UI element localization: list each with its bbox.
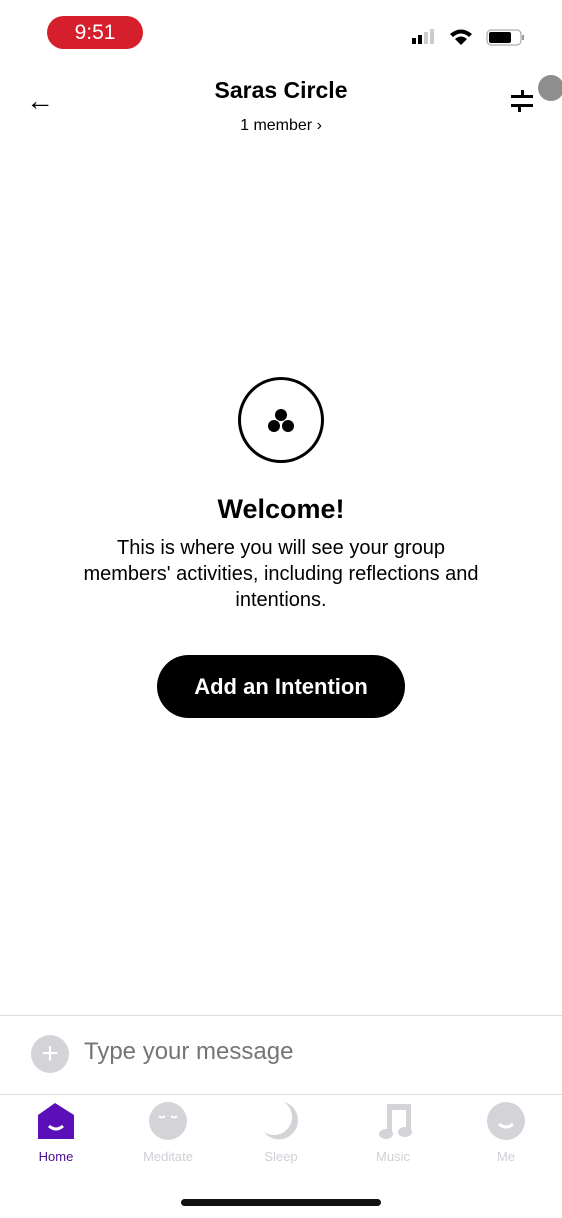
- tab-home[interactable]: Home: [11, 1102, 101, 1164]
- status-time: 9:51: [47, 16, 143, 49]
- home-icon: [38, 1103, 74, 1139]
- page-title: Saras Circle: [214, 77, 348, 103]
- home-indicator[interactable]: [181, 1199, 381, 1206]
- wifi-icon: [450, 29, 472, 45]
- assistive-touch-dot[interactable]: [538, 75, 562, 101]
- welcome-heading: Welcome!: [217, 494, 345, 524]
- tab-label: Music: [376, 1149, 410, 1164]
- tab-label: Me: [496, 1149, 516, 1164]
- tab-meditate[interactable]: Meditate: [123, 1102, 213, 1164]
- group-icon: [238, 377, 324, 463]
- divider: [0, 1094, 562, 1095]
- tab-label: Home: [38, 1149, 74, 1164]
- tab-sleep[interactable]: Sleep: [236, 1102, 326, 1164]
- tab-label: Sleep: [264, 1149, 298, 1164]
- add-attachment-button[interactable]: +: [31, 1035, 69, 1073]
- music-icon: [379, 1104, 412, 1139]
- message-input[interactable]: [84, 1038, 524, 1066]
- filter-settings-icon[interactable]: [508, 88, 536, 114]
- battery-icon: [486, 29, 524, 46]
- status-icons: [412, 29, 524, 46]
- plus-icon: +: [41, 1037, 59, 1070]
- welcome-description: This is where you will see your group me…: [83, 537, 479, 611]
- profile-icon: [487, 1102, 525, 1140]
- add-intention-button[interactable]: Add an Intention: [157, 655, 405, 718]
- meditate-icon: [149, 1102, 187, 1140]
- signal-icon: [412, 29, 434, 44]
- tab-me[interactable]: Me: [461, 1102, 551, 1164]
- moon-icon: [264, 1102, 298, 1140]
- divider: [0, 1015, 562, 1016]
- tab-music[interactable]: Music: [348, 1102, 438, 1164]
- member-count-link[interactable]: 1 member ›: [0, 117, 562, 135]
- tab-label: Meditate: [143, 1149, 193, 1164]
